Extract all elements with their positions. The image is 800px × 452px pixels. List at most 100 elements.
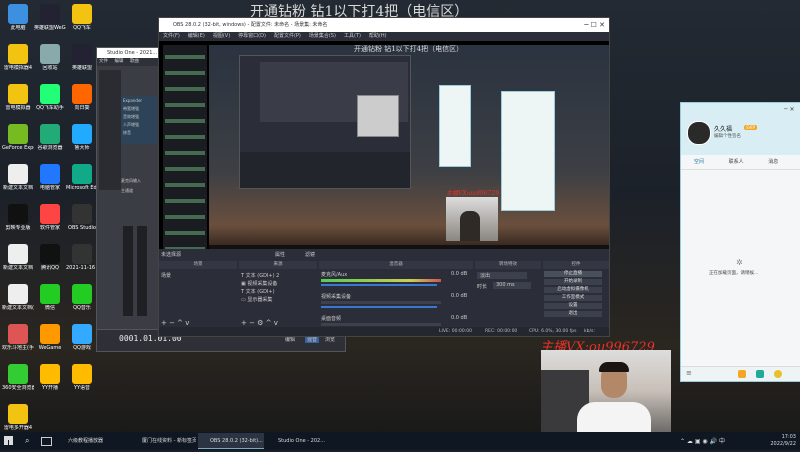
studio-tab-browse[interactable]: 浏览 xyxy=(325,336,335,343)
desktop-icon[interactable]: 英雄联盟 xyxy=(66,44,98,71)
tab-messages[interactable]: 消息 xyxy=(768,159,778,165)
fx-item[interactable]: 带宽增强 xyxy=(123,106,139,112)
studio-tab-edit[interactable]: 编辑 xyxy=(285,336,295,343)
desktop-icon[interactable]: WeGame xyxy=(34,324,66,351)
obs-menu-item[interactable]: 文件(F) xyxy=(163,33,180,39)
taskbar-app[interactable]: Studio One - 202... xyxy=(266,433,332,449)
studio-menu-edit[interactable]: 编辑 xyxy=(114,59,123,64)
app-icon[interactable] xyxy=(738,370,746,378)
menu-icon[interactable]: ≡ xyxy=(686,369,692,377)
exit-button[interactable]: 退出 xyxy=(544,311,602,317)
fx-item[interactable]: 修音 xyxy=(123,130,131,136)
scene-item[interactable]: 场景 xyxy=(161,272,171,279)
tab-space[interactable]: 空间 xyxy=(694,159,704,165)
studio-tab-mix[interactable]: 混音 xyxy=(305,336,320,343)
desktop-icon[interactable]: 腾讯QQ xyxy=(34,244,66,271)
scene-controls[interactable]: + − ^ v xyxy=(161,319,189,327)
desktop-icon[interactable]: OBS Studio xyxy=(66,204,98,231)
desktop-icon[interactable]: 此电脑 xyxy=(2,4,34,31)
taskbar-app[interactable] xyxy=(112,433,128,449)
source-item[interactable]: ▭ 显示器采集 xyxy=(241,296,272,303)
desktop-icon[interactable]: 向日葵 xyxy=(66,84,98,111)
desktop-icon[interactable]: 剪映专业版 xyxy=(2,204,34,231)
app-icon[interactable] xyxy=(774,370,782,378)
taskbar-app[interactable]: 厦门在线资料 - 新标签页... xyxy=(130,433,196,449)
fx-item[interactable]: 人声增强 xyxy=(123,122,139,128)
fx-item[interactable]: Expander xyxy=(123,98,142,103)
obs-menu-item[interactable]: 配置文件(P) xyxy=(274,33,301,39)
desktop-icon[interactable]: QQ飞车 xyxy=(66,4,98,31)
desktop-icon[interactable]: 360安全浏览器 xyxy=(2,364,34,391)
desktop-icon[interactable]: 鲁大师 xyxy=(66,124,98,151)
start-menu-icon[interactable] xyxy=(4,436,13,445)
desktop-icon[interactable]: YY语音 xyxy=(66,364,98,391)
obs-window[interactable]: OBS 28.0.2 (32-bit, windows) - 配置文件: 未命名… xyxy=(158,17,610,337)
app-icon xyxy=(40,364,60,384)
desktop-icon[interactable]: 回收站 xyxy=(34,44,66,71)
tab-contacts[interactable]: 联系人 xyxy=(729,159,744,165)
qq-signature[interactable]: 编辑个性签名 xyxy=(714,133,741,139)
properties-button[interactable]: 属性 xyxy=(275,251,285,258)
desktop-icon[interactable]: 新建文本文档(4) xyxy=(2,284,34,311)
desktop-icon[interactable]: Microsoft Edge xyxy=(66,164,98,191)
studio-fader[interactable] xyxy=(123,226,133,316)
filters-button[interactable]: 滤镜 xyxy=(305,251,315,258)
obs-menu-item[interactable]: 编辑(E) xyxy=(188,33,205,39)
desktop-icon-label: 雷电模拟器4 xyxy=(3,65,33,71)
desktop-icon[interactable]: QQ游戏 xyxy=(66,324,98,351)
tray-icons[interactable]: ⌃ ☁ ▣ ◉ 🔊 中 xyxy=(680,436,725,445)
desktop-icon[interactable]: 软件管家 xyxy=(34,204,66,231)
app-icon[interactable] xyxy=(756,370,764,378)
studio-fader[interactable] xyxy=(137,226,147,316)
desktop-icon[interactable]: 雷电多开器4 xyxy=(2,404,34,431)
obs-menu-item[interactable]: 视图(V) xyxy=(213,33,230,39)
studio-mode-button[interactable]: 工作室模式 xyxy=(544,295,602,301)
desktop-icon[interactable]: GeForce Experience xyxy=(2,124,34,151)
desktop-icon[interactable]: 电脑管家 xyxy=(34,164,66,191)
qq-window[interactable]: ─ ✕ 久久福 SVIP 编辑个性签名 空间 联系人 消息 ✲ 正在加载页面，请… xyxy=(680,102,800,382)
desktop-icon[interactable]: 新建文本文档 xyxy=(2,164,34,191)
source-controls[interactable]: + − ⚙ ^ v xyxy=(241,319,278,327)
obs-preview[interactable]: 开通钻粉 钻1以下打4把（电信区） 主播VX:ou996729 xyxy=(159,41,609,259)
mixer-volume-slider[interactable] xyxy=(321,306,437,308)
virtual-camera-button[interactable]: 启动虚拟摄像机 xyxy=(544,287,602,293)
desktop-icon[interactable]: 2021-11-16 Team AIR xyxy=(66,244,98,271)
desktop-icon[interactable]: QQ飞车助手 xyxy=(34,84,66,111)
desktop-icon[interactable]: 雷电模拟器 xyxy=(2,84,34,111)
studio-menu-song[interactable]: 歌曲 xyxy=(130,59,139,64)
window-controls[interactable]: ─ ☐ ✕ xyxy=(584,18,605,32)
start-recording-button[interactable]: 开始录制 xyxy=(544,279,602,285)
duration-input[interactable]: 300 ms xyxy=(493,282,531,289)
taskbar-app[interactable]: OBS 28.0.2 (32-bit)... xyxy=(198,433,264,449)
window-controls[interactable]: ─ ✕ xyxy=(784,106,795,113)
clock[interactable]: 17:03 2022/9/22 xyxy=(770,432,796,452)
obs-menu-item[interactable]: 帮助(H) xyxy=(369,33,387,39)
avatar[interactable] xyxy=(687,121,711,145)
obs-menu-item[interactable]: 工具(T) xyxy=(344,33,361,39)
source-item[interactable]: ▣ 视频采集设备 xyxy=(241,280,277,287)
desktop-icon[interactable]: 新建文本文档 xyxy=(2,244,34,271)
desktop-icon[interactable]: 谷歌浏览器 xyxy=(34,124,66,151)
fx-item[interactable]: 音效增强 xyxy=(123,114,139,120)
taskbar-app[interactable]: 六级教程播放器 xyxy=(56,433,112,449)
source-item[interactable]: T 文本 (GDI+) xyxy=(241,288,275,295)
desktop-icon[interactable]: 微信 xyxy=(34,284,66,311)
desktop-icon[interactable]: 雷电模拟器4 xyxy=(2,44,34,71)
desktop-icon-label: 电脑管家 xyxy=(39,185,60,191)
settings-button[interactable]: 设置 xyxy=(544,303,602,309)
obs-menu-item[interactable]: 停靠窗口(D) xyxy=(238,33,266,39)
transition-select[interactable]: 淡出 xyxy=(477,272,527,279)
studio-one-window[interactable]: Studio One - 2021... 文件 编辑 歌曲 Expander 带… xyxy=(96,47,160,352)
stop-streaming-button[interactable]: 停止直播 xyxy=(544,271,602,277)
studio-main-label: 主通道 xyxy=(121,188,133,193)
mixer-volume-slider[interactable] xyxy=(321,284,437,286)
desktop-icon[interactable]: 英雄联盟WeGame版 xyxy=(34,4,66,31)
search-icon[interactable]: ⌕ xyxy=(25,436,29,446)
source-item[interactable]: T 文本 (GDI+) 2 xyxy=(241,272,279,279)
desktop-icon[interactable]: QQ音乐 xyxy=(66,284,98,311)
desktop-icon[interactable]: 欢乐斗地主(手游模拟器) xyxy=(2,324,34,351)
obs-menu-item[interactable]: 场景集合(S) xyxy=(309,33,336,39)
task-view-icon[interactable] xyxy=(41,437,52,446)
studio-menu-file[interactable]: 文件 xyxy=(99,59,108,64)
desktop-icon[interactable]: YY开播 xyxy=(34,364,66,391)
